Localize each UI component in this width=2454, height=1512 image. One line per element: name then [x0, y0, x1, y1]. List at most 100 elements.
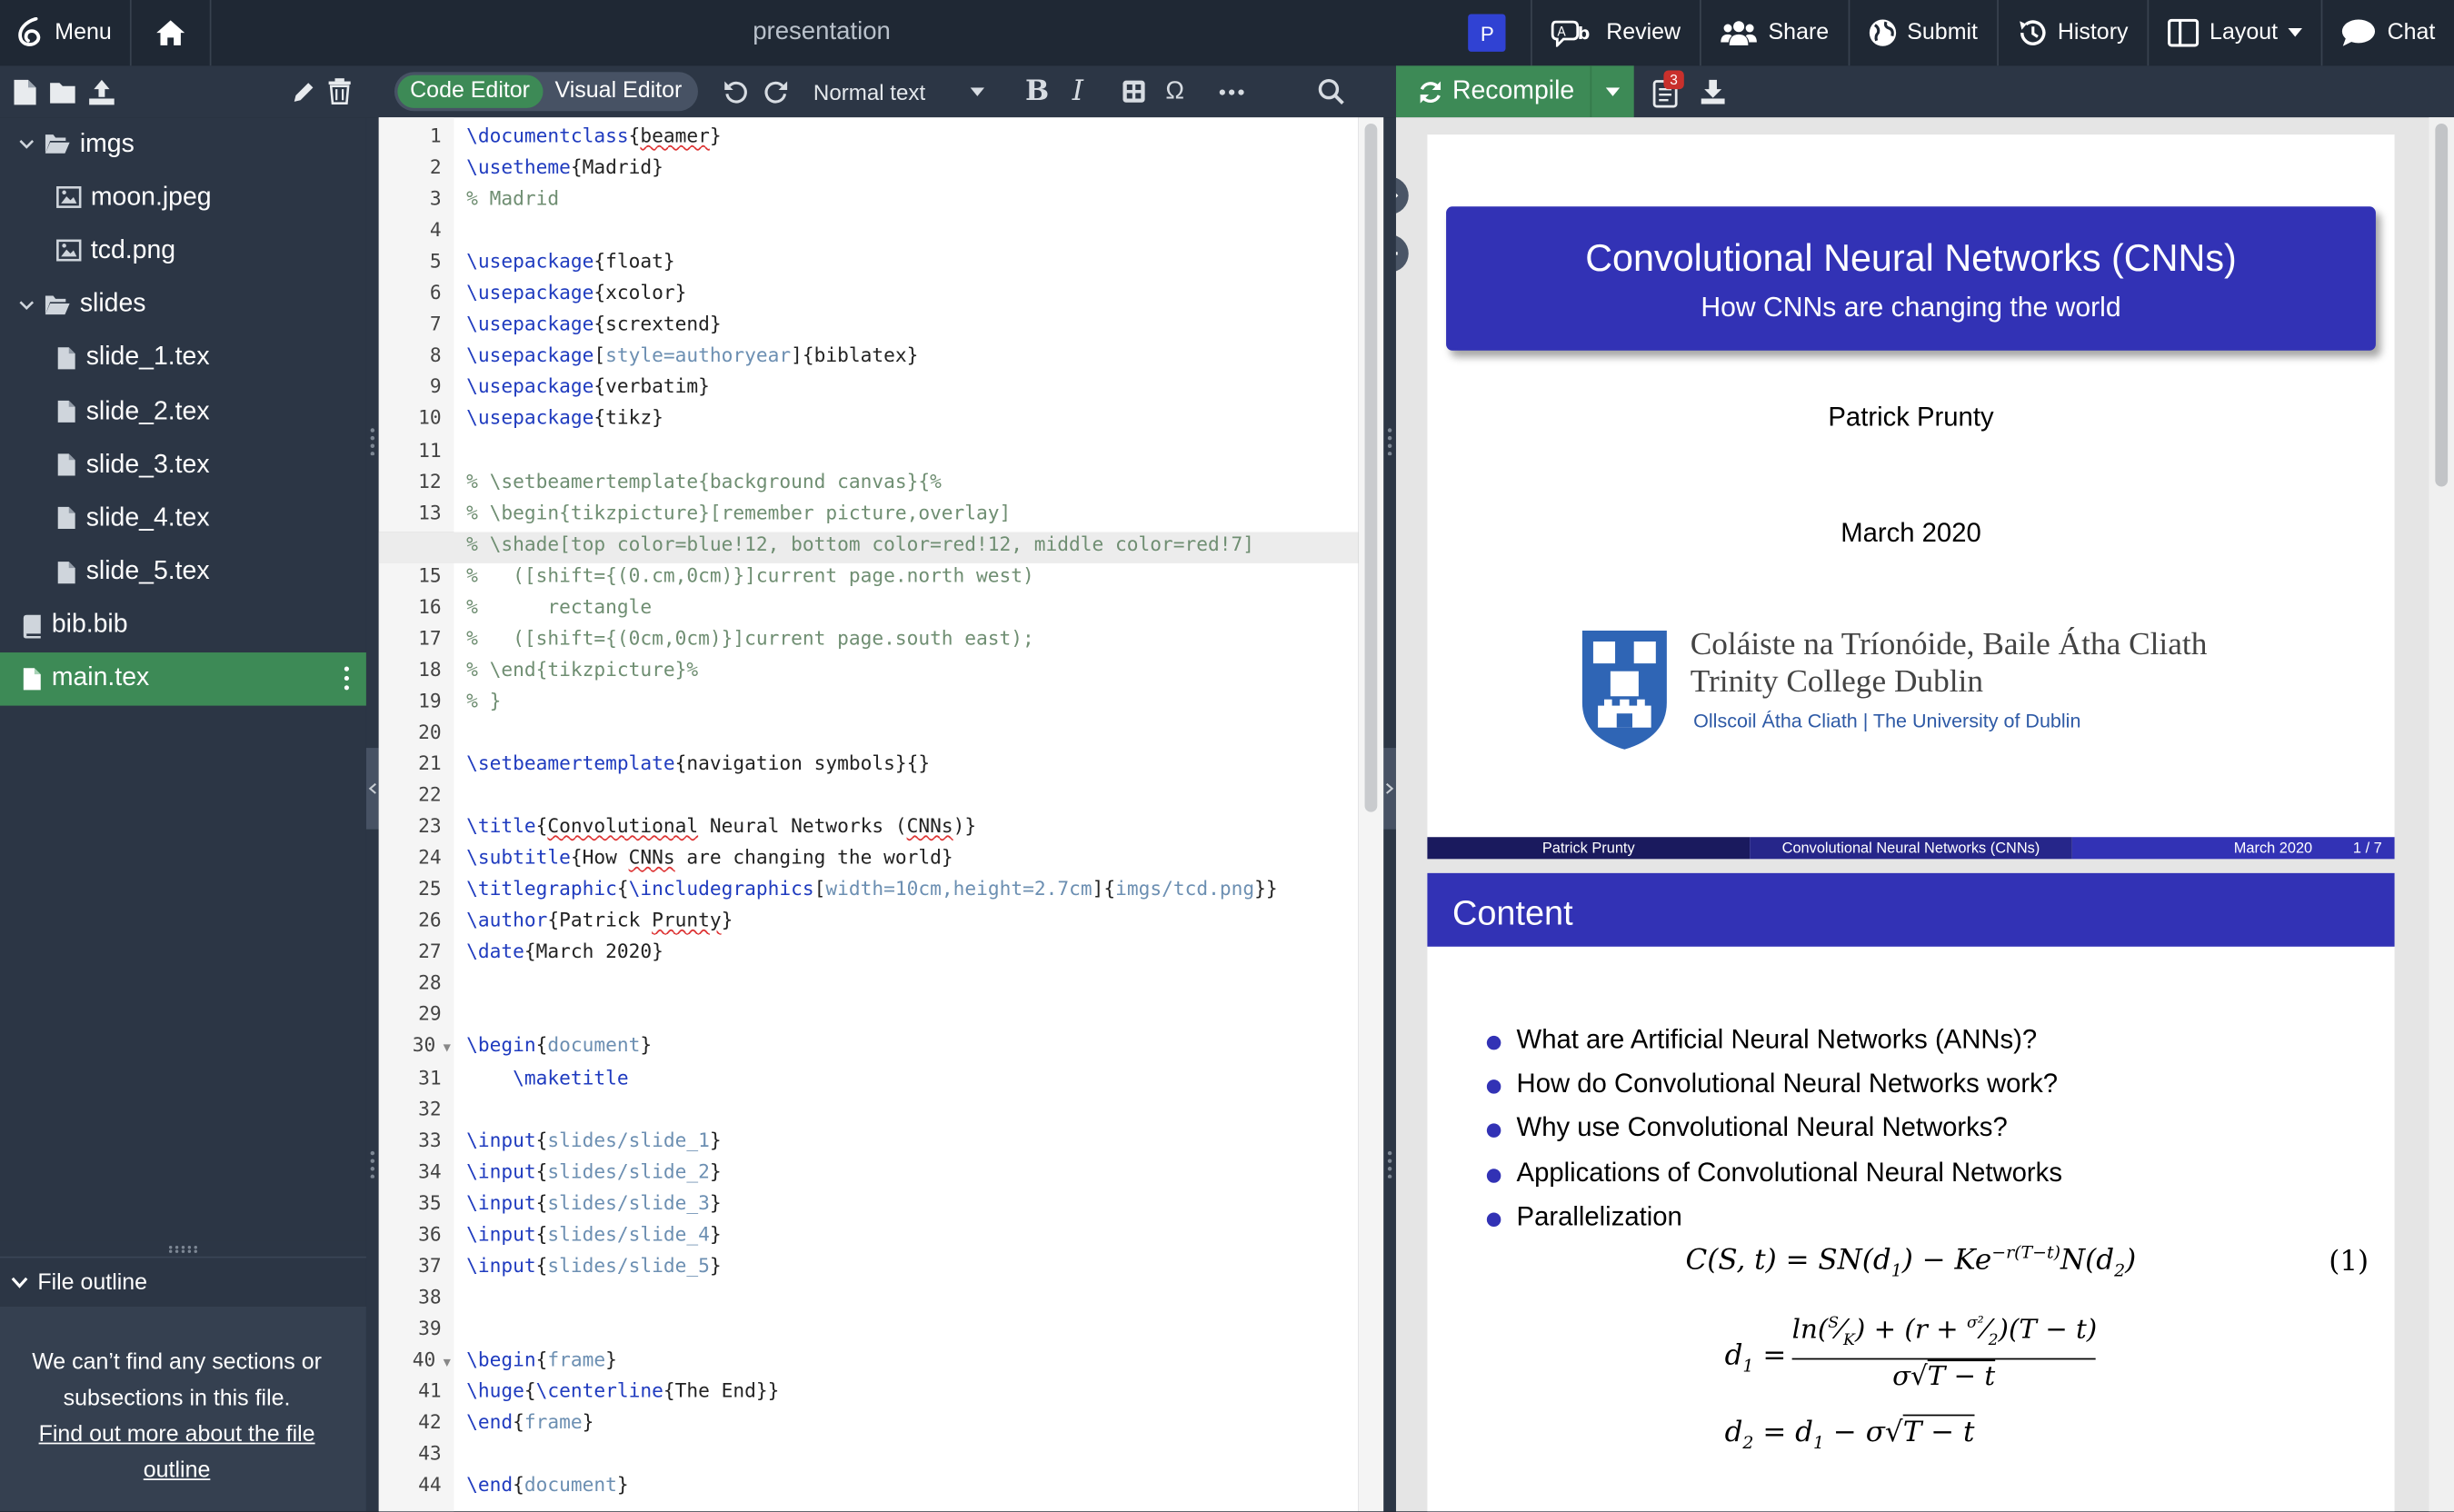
text-style-select[interactable]: Normal text: [813, 72, 993, 111]
new-file-icon[interactable]: [13, 77, 38, 105]
code-line[interactable]: \input{slides/slide_2}: [466, 1160, 721, 1182]
outline-resize-handle[interactable]: [0, 1240, 366, 1257]
d2-equation: d2 = d1 − σ√T − t: [1724, 1416, 1975, 1453]
file-tree-item[interactable]: slides: [0, 278, 366, 332]
code-line[interactable]: % rectangle: [466, 596, 652, 618]
search-button[interactable]: [1316, 76, 1347, 107]
code-line[interactable]: % \setbeamertemplate{background canvas}{…: [466, 471, 942, 492]
code-line[interactable]: % }: [466, 690, 501, 711]
submit-button[interactable]: Submit: [1850, 0, 1997, 65]
file-outline-header[interactable]: File outline: [0, 1256, 366, 1307]
chat-button[interactable]: Chat: [2323, 0, 2454, 65]
line-number: 31: [418, 1066, 442, 1089]
visual-editor-tab[interactable]: Visual Editor: [543, 75, 694, 108]
code-editor[interactable]: 1234567891011121314151617181920212223242…: [378, 117, 1359, 1512]
code-line[interactable]: % \end{tikzpicture}%: [466, 659, 698, 681]
project-title[interactable]: presentation: [689, 0, 955, 65]
file-tree-item[interactable]: main.tex: [0, 652, 366, 706]
layout-button[interactable]: Layout: [2149, 0, 2321, 65]
file-tree-item[interactable]: slide_2.tex: [0, 384, 366, 438]
more-button[interactable]: [1215, 76, 1246, 107]
code-line[interactable]: % \shade[top color=blue!12, bottom color…: [466, 533, 1254, 555]
code-line[interactable]: \input{slides/slide_4}: [466, 1223, 721, 1245]
bullet-text: How do Convolutional Neural Networks wor…: [1516, 1069, 2059, 1099]
bullet-text: Why use Convolutional Neural Networks?: [1516, 1112, 2008, 1143]
italic-button[interactable]: I: [1062, 75, 1093, 108]
download-pdf-button[interactable]: [1700, 76, 1728, 107]
new-folder-icon[interactable]: [48, 79, 76, 104]
share-button[interactable]: Share: [1701, 0, 1847, 65]
file-tree-item[interactable]: slide_1.tex: [0, 332, 366, 385]
collapse-file-tree-button[interactable]: [365, 748, 379, 830]
code-line[interactable]: \setbeamertemplate{navigation symbols}{}: [466, 752, 930, 774]
code-line[interactable]: \subtitle{How CNNs are changing the worl…: [466, 847, 953, 869]
code-line[interactable]: \usepackage[style=authoryear]{biblatex}: [466, 344, 918, 366]
code-line[interactable]: \usetheme{Madrid}: [466, 156, 663, 178]
line-number: 18: [418, 658, 442, 681]
collapse-pdf-button[interactable]: [1383, 748, 1396, 830]
review-button[interactable]: Ab Review: [1532, 0, 1699, 65]
user-avatar[interactable]: P: [1468, 14, 1507, 52]
code-line[interactable]: \author{Patrick Prunty}: [466, 910, 733, 931]
recompile-options-button[interactable]: [1590, 65, 1633, 118]
code-line[interactable]: \title{Convolutional Neural Networks (CN…: [466, 815, 976, 837]
code-line[interactable]: \usepackage{verbatim}: [466, 376, 710, 398]
insert-table-button[interactable]: [1119, 76, 1150, 107]
code-line[interactable]: \huge{\centerline{The End}}: [466, 1380, 779, 1402]
pdf-preview[interactable]: Convolutional Neural Networks (CNNs) How…: [1395, 117, 2454, 1512]
code-line[interactable]: % \begin{tikzpicture}[remember picture,o…: [466, 502, 1011, 523]
logs-button[interactable]: 3: [1652, 69, 1684, 107]
svg-text:b: b: [1578, 24, 1591, 44]
code-line[interactable]: \end{document}: [466, 1474, 629, 1496]
file-tree-item[interactable]: bib.bib: [0, 599, 366, 652]
file-icon: [57, 453, 75, 476]
code-line[interactable]: \input{slides/slide_1}: [466, 1129, 721, 1151]
home-button[interactable]: [132, 0, 210, 65]
file-menu-icon[interactable]: [344, 666, 351, 691]
line-number: 36: [418, 1223, 442, 1246]
code-editor-tab[interactable]: Code Editor: [397, 75, 543, 108]
code-line[interactable]: \usepackage{tikz}: [466, 407, 663, 429]
menu-button[interactable]: Menu: [0, 0, 130, 65]
recompile-button[interactable]: Recompile: [1395, 65, 1634, 118]
slide-title-box: Convolutional Neural Networks (CNNs) How…: [1446, 206, 2376, 351]
code-line[interactable]: \titlegraphic{\includegraphics[width=10c…: [466, 878, 1277, 900]
bold-button[interactable]: B: [1022, 75, 1052, 108]
pdf-scrollbar[interactable]: [2429, 117, 2454, 1512]
delete-trash-icon[interactable]: [327, 78, 353, 104]
code-line[interactable]: \end{frame}: [466, 1411, 594, 1433]
rename-pencil-icon[interactable]: [291, 79, 316, 104]
left-splitter[interactable]: [365, 117, 379, 1512]
sync-to-pdf-button[interactable]: [1395, 176, 1409, 214]
code-line[interactable]: \begin{document}: [466, 1035, 652, 1057]
code-line[interactable]: % ([shift={(0.cm,0cm)}]current page.nort…: [466, 564, 1034, 586]
file-tree-item[interactable]: imgs: [0, 117, 366, 171]
code-line[interactable]: \date{March 2020}: [466, 940, 663, 962]
editor-scrollbar[interactable]: [1358, 117, 1384, 1512]
code-line[interactable]: \documentclass{beamer}: [466, 125, 721, 147]
code-line[interactable]: \usepackage{float}: [466, 251, 674, 273]
file-tree-item[interactable]: slide_3.tex: [0, 438, 366, 492]
home-icon: [156, 20, 185, 45]
file-tree-item[interactable]: moon.jpeg: [0, 171, 366, 224]
code-line[interactable]: \input{slides/slide_5}: [466, 1255, 721, 1277]
code-line[interactable]: \begin{frame}: [466, 1348, 617, 1370]
code-line[interactable]: \maketitle: [466, 1067, 629, 1089]
code-line[interactable]: \usepackage{scrextend}: [466, 313, 721, 335]
file-tree-item[interactable]: slide_4.tex: [0, 492, 366, 545]
upload-icon[interactable]: [87, 77, 115, 105]
code-line[interactable]: % Madrid: [466, 188, 559, 210]
undo-button[interactable]: [720, 76, 751, 107]
redo-button[interactable]: [760, 76, 791, 107]
code-line[interactable]: \input{slides/slide_3}: [466, 1192, 721, 1214]
history-button[interactable]: History: [1998, 0, 2147, 65]
file-outline-help-link[interactable]: Find out more about the file outline: [13, 1418, 342, 1489]
file-tree-item[interactable]: slide_5.tex: [0, 545, 366, 599]
file-tree-item[interactable]: tcd.png: [0, 224, 366, 278]
code-line[interactable]: \usepackage{xcolor}: [466, 282, 686, 303]
insert-symbol-button[interactable]: Ω: [1159, 76, 1190, 107]
right-splitter[interactable]: [1383, 117, 1396, 1512]
sync-to-code-button[interactable]: [1395, 234, 1409, 273]
code-line[interactable]: % ([shift={(0cm,0cm)}]current page.south…: [466, 627, 1034, 649]
slide-title: Convolutional Neural Networks (CNNs): [1585, 237, 2237, 281]
